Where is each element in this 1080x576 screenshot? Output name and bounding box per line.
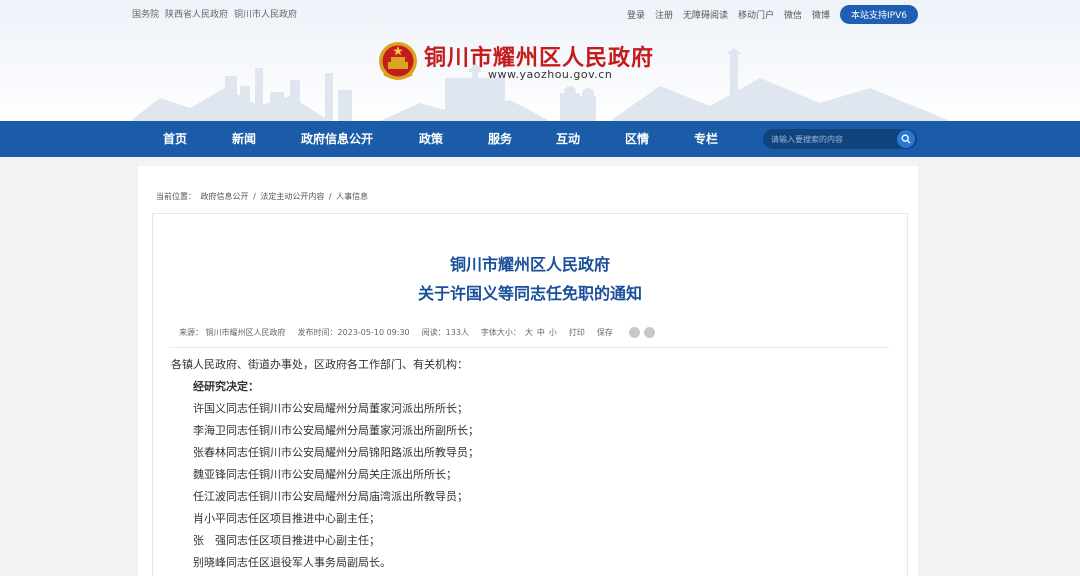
- font-size-small[interactable]: 小: [549, 327, 557, 338]
- body-line: 任江波同志任铜川市公安局耀州分局庙湾派出所教导员；: [193, 490, 468, 503]
- login-link[interactable]: 登录: [627, 8, 645, 21]
- article: 铜川市耀州区人民政府 关于许国义等同志任免职的通知 来源： 铜川市耀州区人民政府…: [152, 213, 908, 576]
- breadcrumb-statutory-content[interactable]: 法定主动公开内容: [260, 192, 324, 201]
- site-logo[interactable]: 铜川市耀州区人民政府 www.yaozhou.gov.cn: [378, 38, 688, 88]
- breadcrumb-separator: /: [326, 192, 335, 201]
- search-button[interactable]: [897, 130, 915, 148]
- link-tongchuan-gov[interactable]: 铜川市人民政府: [234, 7, 297, 20]
- wechat-link[interactable]: 微信: [784, 8, 802, 21]
- meta-publish-time: 发布时间：2023-05-10 09:30: [297, 328, 410, 337]
- meta-font-size-label: 字体大小：: [480, 328, 521, 337]
- body-line: 许国义同志任铜川市公安局耀州分局董家河派出所所长；: [193, 402, 468, 415]
- body-line: 肖小平同志任区项目推进中心副主任；: [193, 512, 380, 525]
- breadcrumb-personnel-info[interactable]: 人事信息: [336, 192, 368, 201]
- search-icon: [901, 134, 911, 144]
- breadcrumb-separator: /: [250, 192, 259, 201]
- body-line: 张春林同志任铜川市公安局耀州分局锦阳路派出所教导员；: [193, 446, 479, 459]
- meta-views: 阅读：133人: [421, 328, 469, 337]
- breadcrumb-gov-info[interactable]: 政府信息公开: [201, 192, 249, 201]
- breadcrumb-prefix: 当前位置：: [156, 192, 196, 201]
- share-weibo-icon[interactable]: [628, 327, 640, 338]
- article-title-line2: 关于许国义等同志任免职的通知: [417, 284, 642, 303]
- nav-item-service[interactable]: 服务: [488, 121, 512, 157]
- body-line: 魏亚锋同志任铜川市公安局耀州分局关庄派出所所长；: [193, 468, 457, 481]
- body-line: 别晓峰同志任区退役军人事务局副局长。: [193, 556, 391, 569]
- meta-source: 来源： 铜川市耀州区人民政府: [179, 328, 286, 337]
- nav-item-policy[interactable]: 政策: [419, 121, 443, 157]
- search-box: [763, 129, 917, 149]
- nav-item-interaction[interactable]: 互动: [556, 121, 580, 157]
- font-size-medium[interactable]: 中: [537, 327, 545, 338]
- top-links-left: 国务院 陕西省人民政府 铜川市人民政府: [132, 7, 297, 20]
- ipv6-button[interactable]: 本站支持IPV6: [840, 5, 918, 24]
- top-links-right: 登录 注册 无障碍阅读 移动门户 微信 微博 本站支持IPV6: [627, 5, 918, 24]
- search-input[interactable]: [763, 134, 893, 144]
- link-shaanxi-gov[interactable]: 陕西省人民政府: [165, 7, 228, 20]
- content-container: 当前位置： 政府信息公开 / 法定主动公开内容 / 人事信息 铜川市耀州区人民政…: [138, 166, 918, 576]
- weibo-link[interactable]: 微博: [812, 8, 830, 21]
- article-title-line1: 铜川市耀州区人民政府: [449, 255, 610, 274]
- national-emblem-icon: [379, 42, 417, 80]
- nav-item-gov-info[interactable]: 政府信息公开: [301, 121, 373, 157]
- main-nav: 首页 新闻 政府信息公开 政策 服务 互动 区情 专栏: [0, 121, 1080, 157]
- nav-item-special-column[interactable]: 专栏: [694, 121, 718, 157]
- save-button[interactable]: 保存: [597, 327, 613, 338]
- share-wechat-icon[interactable]: [643, 327, 655, 338]
- body-line: 李海卫同志任铜川市公安局耀州分局董家河派出所副所长；: [193, 424, 479, 437]
- top-bar: 国务院 陕西省人民政府 铜川市人民政府 登录 注册 无障碍阅读 移动门户 微信 …: [0, 0, 1080, 26]
- body-greeting: 各镇人民政府、街道办事处，区政府各工作部门、有关机构：: [171, 358, 468, 371]
- link-state-council[interactable]: 国务院: [132, 7, 159, 20]
- print-button[interactable]: 打印: [569, 327, 585, 338]
- site-header: 国务院 陕西省人民政府 铜川市人民政府 登录 注册 无障碍阅读 移动门户 微信 …: [0, 0, 1080, 121]
- meta-divider: [169, 347, 889, 348]
- nav-item-district-info[interactable]: 区情: [625, 121, 649, 157]
- body-line: 张 强同志任区项目推进中心副主任；: [193, 534, 380, 547]
- site-url: www.yaozhou.gov.cn: [488, 68, 613, 81]
- breadcrumb: 当前位置： 政府信息公开 / 法定主动公开内容 / 人事信息: [156, 191, 370, 202]
- register-link[interactable]: 注册: [655, 8, 673, 21]
- font-size-large[interactable]: 大: [525, 327, 533, 338]
- body-decision: 经研究决定：: [193, 380, 259, 393]
- nav-item-home[interactable]: 首页: [163, 121, 187, 157]
- nav-item-news[interactable]: 新闻: [232, 121, 256, 157]
- mobile-portal-link[interactable]: 移动门户: [738, 8, 774, 21]
- article-meta: 来源： 铜川市耀州区人民政府 发布时间：2023-05-10 09:30 阅读：…: [179, 327, 655, 338]
- accessibility-link[interactable]: 无障碍阅读: [683, 8, 728, 21]
